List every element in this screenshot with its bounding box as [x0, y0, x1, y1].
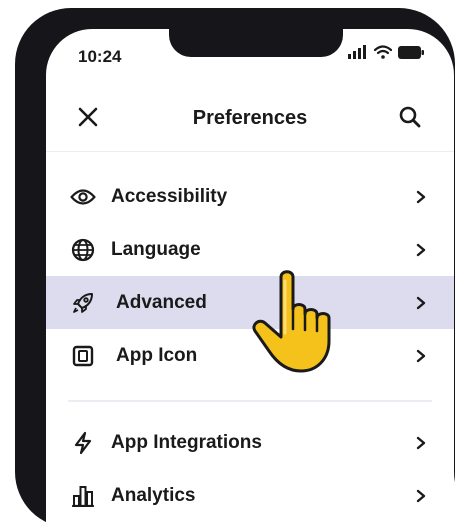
chevron-right-icon [414, 243, 428, 257]
menu-item-label: App Integrations [111, 431, 262, 453]
chevron-right-icon [414, 436, 428, 450]
chevron-right-icon [414, 190, 428, 204]
chevron-right-icon [414, 349, 428, 363]
app-header: Preferences [46, 81, 454, 152]
menu-item-label: Advanced [116, 291, 207, 313]
signal-icon [348, 45, 366, 59]
lightning-icon [70, 430, 96, 456]
phone-frame: 10:24 Preferences Accessibility Language… [15, 8, 455, 529]
pointer-hand-icon [252, 270, 331, 373]
menu-item-label: Language [111, 238, 201, 260]
menu-item-accessibility[interactable]: Accessibility [46, 170, 454, 223]
globe-icon [70, 237, 96, 263]
menu-item-label: Analytics [111, 484, 196, 506]
page-title: Preferences [192, 107, 308, 129]
menu-section-integrations: App Integrations Analytics [46, 416, 454, 522]
menu-item-analytics[interactable]: Analytics [46, 469, 454, 522]
status-icons [348, 45, 424, 59]
rocket-icon [70, 290, 96, 316]
search-button[interactable] [396, 103, 424, 131]
search-icon [399, 106, 421, 128]
battery-icon [398, 45, 424, 59]
status-bar: 10:24 [46, 29, 454, 79]
chevron-right-icon [414, 489, 428, 503]
menu-item-label: App Icon [116, 344, 198, 366]
bar-chart-icon [70, 483, 96, 509]
app-icon-icon [70, 343, 96, 369]
eye-icon [70, 184, 96, 210]
menu-item-label: Accessibility [111, 185, 228, 207]
menu-item-app-integrations[interactable]: App Integrations [46, 416, 454, 469]
chevron-right-icon [414, 296, 428, 310]
status-time: 10:24 [78, 47, 122, 66]
wifi-icon [374, 45, 392, 59]
section-divider [68, 400, 432, 402]
